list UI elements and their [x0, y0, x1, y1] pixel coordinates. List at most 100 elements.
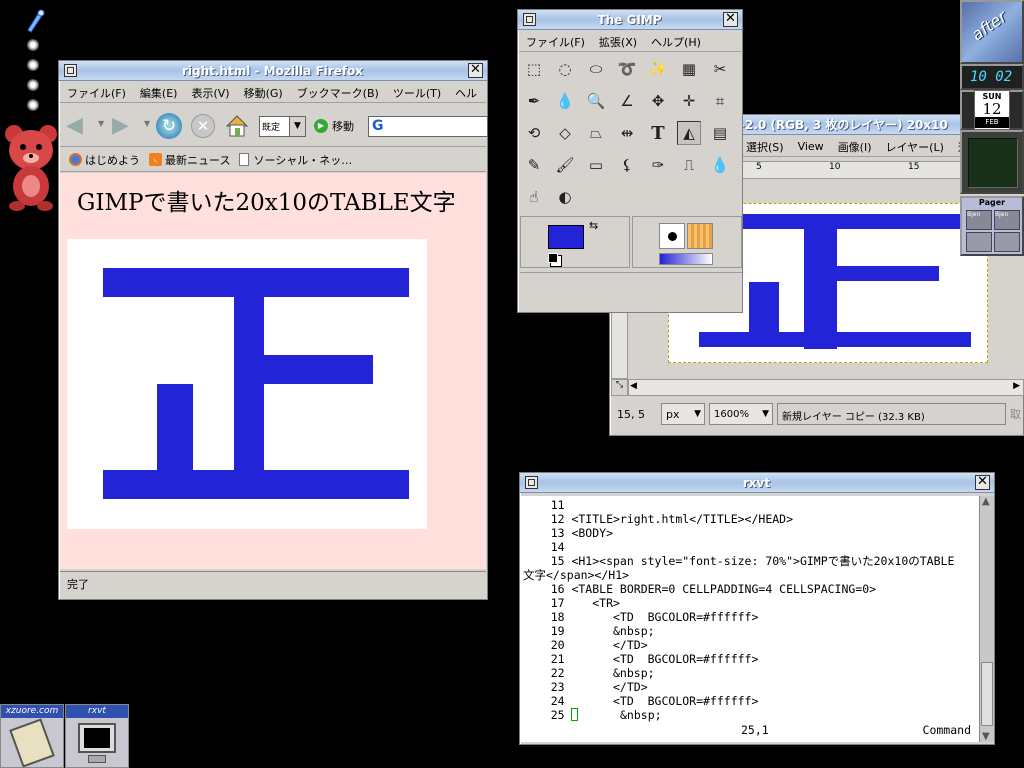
- terminal-scrollbar[interactable]: ▲ ▼: [979, 496, 994, 742]
- pen-icon[interactable]: [24, 8, 46, 34]
- text-icon[interactable]: T: [646, 121, 670, 145]
- pencil-icon[interactable]: ✎: [522, 153, 546, 177]
- color-picker-icon[interactable]: 💧: [553, 89, 577, 113]
- zoom-select[interactable]: 1600% ▼: [709, 403, 773, 425]
- close-icon[interactable]: ✕: [975, 475, 990, 490]
- clone-icon[interactable]: ⎍: [677, 153, 701, 177]
- firefox-titlebar[interactable]: right.html - Mozilla Firefox ✕: [59, 61, 487, 81]
- menu-file[interactable]: ファイル(F): [519, 34, 592, 50]
- dock-dot-4[interactable]: [27, 99, 39, 111]
- dockapp-pager[interactable]: Pager Bjen Bjen: [960, 196, 1024, 256]
- window-menu-icon[interactable]: [64, 64, 77, 77]
- menu-bookmarks[interactable]: ブックマーク(B): [290, 85, 386, 101]
- ellipse-select-icon[interactable]: ◌: [553, 57, 577, 81]
- reload-icon[interactable]: ↻: [156, 113, 182, 139]
- menu-help[interactable]: ヘル: [448, 85, 484, 101]
- pattern-preview[interactable]: [687, 223, 713, 249]
- window-menu-icon[interactable]: [525, 476, 538, 489]
- dockapp-logo[interactable]: after: [960, 0, 1024, 64]
- smudge-icon[interactable]: ☝: [522, 185, 546, 209]
- close-icon[interactable]: ✕: [468, 63, 483, 78]
- menu-image[interactable]: 画像(I): [831, 139, 879, 155]
- menu-xtns[interactable]: 拡張(X): [592, 34, 644, 50]
- rotate-icon[interactable]: ◇: [553, 121, 577, 145]
- menu-view[interactable]: View: [791, 140, 831, 153]
- foreground-color-swatch[interactable]: [548, 225, 584, 249]
- menu-edit[interactable]: 編集(E): [133, 85, 185, 101]
- paintbrush-icon[interactable]: 🖌: [553, 153, 577, 177]
- encoding-select[interactable]: 既定 ▼: [259, 116, 306, 137]
- scroll-up-icon[interactable]: ▲: [982, 496, 990, 507]
- dock-dot-2[interactable]: [27, 59, 39, 71]
- eraser-icon[interactable]: ▭: [584, 153, 608, 177]
- blend-icon[interactable]: ▤: [708, 121, 732, 145]
- chevron-down-icon[interactable]: ▼: [98, 119, 104, 128]
- dock-dot-3[interactable]: [27, 79, 39, 91]
- dock-dot-1[interactable]: [27, 39, 39, 51]
- swap-colors-icon[interactable]: ⇆: [589, 219, 598, 232]
- menu-file[interactable]: ファイル(F): [60, 85, 133, 101]
- color-select-icon[interactable]: ▦: [677, 57, 701, 81]
- menu-select[interactable]: 選択(S): [739, 139, 791, 155]
- menu-layer[interactable]: レイヤー(L): [879, 139, 951, 155]
- rect-select-icon[interactable]: ⬚: [522, 57, 546, 81]
- dockapp-calendar[interactable]: SUN 12 FEB: [960, 90, 1024, 130]
- gradient-preview[interactable]: [659, 253, 713, 265]
- stop-icon[interactable]: ✕: [191, 114, 215, 138]
- menu-tools[interactable]: ツール(T): [386, 85, 448, 101]
- flip-icon[interactable]: ⇹: [615, 121, 639, 145]
- fuzzy-select-icon[interactable]: ✨: [646, 57, 670, 81]
- dockapp-monitor[interactable]: [960, 130, 1024, 194]
- close-icon[interactable]: ✕: [723, 12, 738, 27]
- menu-help[interactable]: ヘルプ(H): [644, 34, 708, 50]
- chevron-down-icon[interactable]: ▼: [144, 119, 150, 128]
- free-select-icon[interactable]: ⬭: [584, 57, 608, 81]
- menu-go[interactable]: 移動(G): [237, 85, 290, 101]
- task-item-xzuore[interactable]: xzuore.com: [0, 704, 64, 768]
- rxvt-titlebar[interactable]: rxvt ✕: [520, 473, 994, 493]
- lasso-icon[interactable]: ➰: [615, 57, 639, 81]
- terminal-body[interactable]: 11 12 <TITLE>right.html</TITLE></HEAD> 1…: [521, 496, 979, 742]
- pager-desk-4[interactable]: [994, 232, 1020, 252]
- forward-icon[interactable]: ▶: [112, 114, 142, 138]
- brush-preview[interactable]: [659, 223, 685, 249]
- scroll-left-icon[interactable]: ◀: [630, 381, 637, 391]
- unit-select[interactable]: px ▼: [661, 403, 705, 425]
- scrollbar-thumb[interactable]: [981, 662, 993, 726]
- bookmark-news[interactable]: ◟ 最新ニュース: [149, 152, 230, 168]
- crop-icon[interactable]: ⌗: [708, 89, 732, 113]
- scissors-icon[interactable]: ✂: [708, 57, 732, 81]
- bucket-fill-icon[interactable]: ◭: [677, 121, 701, 145]
- scroll-down-icon[interactable]: ▼: [982, 731, 990, 742]
- zoom-icon[interactable]: 🔍: [584, 89, 608, 113]
- horizontal-scrollbar[interactable]: ◀ ▶: [628, 379, 1024, 396]
- airbrush-icon[interactable]: ⚸: [615, 153, 639, 177]
- cancel-button[interactable]: 取: [1010, 406, 1024, 422]
- navigate-icon[interactable]: ⤡: [611, 379, 628, 396]
- blur-icon[interactable]: 💧: [708, 153, 732, 177]
- window-menu-icon[interactable]: [523, 13, 536, 26]
- move-arrows-icon[interactable]: ✛: [677, 89, 701, 113]
- measure-icon[interactable]: ∠: [615, 89, 639, 113]
- search-input[interactable]: G: [368, 116, 488, 137]
- bookmark-social[interactable]: ソーシャル・ネッ…: [239, 152, 352, 168]
- dodge-burn-icon[interactable]: ◐: [553, 185, 577, 209]
- home-icon[interactable]: [224, 113, 250, 139]
- pager-desk-3[interactable]: [966, 232, 992, 252]
- paths-icon[interactable]: ✒: [522, 89, 546, 113]
- perspective-icon[interactable]: ⏢: [584, 121, 608, 145]
- dockapp-clock[interactable]: 10 02: [960, 64, 1024, 90]
- task-item-rxvt[interactable]: rxvt: [65, 704, 129, 768]
- back-icon[interactable]: ◀: [66, 114, 96, 138]
- bear-mascot[interactable]: [2, 120, 62, 212]
- bookmark-getting-started[interactable]: はじめよう: [69, 152, 140, 168]
- ink-icon[interactable]: ✑: [646, 153, 670, 177]
- move-icon[interactable]: ✥: [646, 89, 670, 113]
- go-button[interactable]: ▶ 移動: [314, 118, 354, 134]
- pager-desk-1[interactable]: Bjen: [966, 210, 992, 230]
- scroll-right-icon[interactable]: ▶: [1013, 381, 1020, 391]
- menu-view[interactable]: 表示(V): [184, 85, 236, 101]
- gimp-toolbox-titlebar[interactable]: The GIMP ✕: [518, 10, 742, 30]
- default-colors-icon[interactable]: [548, 253, 558, 263]
- transform-icon[interactable]: ⟲: [522, 121, 546, 145]
